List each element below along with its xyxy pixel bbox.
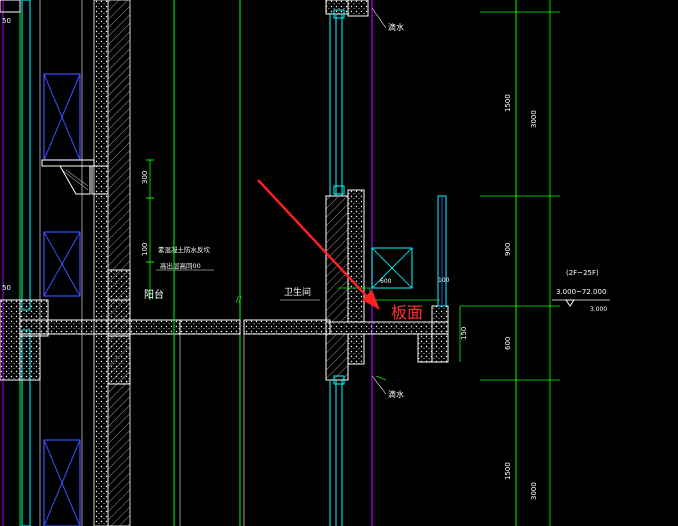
dim-1500-top: 1500 (504, 94, 512, 112)
balcony-label: 阳台 (144, 288, 164, 301)
cad-drawing: 300 100 50 50 素混凝土防水反坎 高出层高同00 阳台 // 卫生间 (0, 0, 610, 526)
board-surface-label: 板面 (391, 303, 423, 322)
waterproof-note-2: 高出层高同00 (160, 261, 201, 270)
elevation-values: 3.000~72.000 (556, 288, 606, 296)
elevation-marker: (2F~25F) 3.000~72.000 3.000 (552, 269, 610, 313)
small-window: 600 (371, 247, 413, 289)
dim-300-left: 300 (141, 171, 149, 184)
dim-3000-bottom: 3000 (530, 482, 538, 500)
dim-3000-top: 3000 (530, 110, 538, 128)
drip-label-top: 滴水 (388, 22, 404, 32)
left-floor-slab (0, 269, 181, 385)
dim-600-small: 600 (380, 278, 392, 285)
dim-50-mid: 50 (2, 284, 11, 292)
dim-50-top: 50 (2, 17, 11, 25)
floor-range: (2F~25F) (566, 269, 599, 277)
svg-text://: // (236, 295, 242, 304)
left-window-column (21, 0, 81, 526)
center-slab (179, 319, 241, 335)
dim-1500-bottom: 1500 (504, 462, 512, 480)
drip-label-bottom: 滴水 (388, 389, 404, 399)
railing: 100 (437, 195, 450, 307)
waterproof-note-1: 素混凝土防水反坎 (158, 245, 211, 254)
bathroom-label: 卫生间 (284, 286, 311, 298)
dim-100-small: 100 (438, 277, 450, 284)
dim-600: 600 (504, 337, 512, 350)
dim-100-left: 100 (141, 243, 149, 256)
dim-900: 900 (504, 243, 512, 256)
dim-150: 150 (460, 327, 468, 340)
elevation-sub: 3.000 (590, 306, 607, 313)
right-wall (325, 0, 369, 526)
